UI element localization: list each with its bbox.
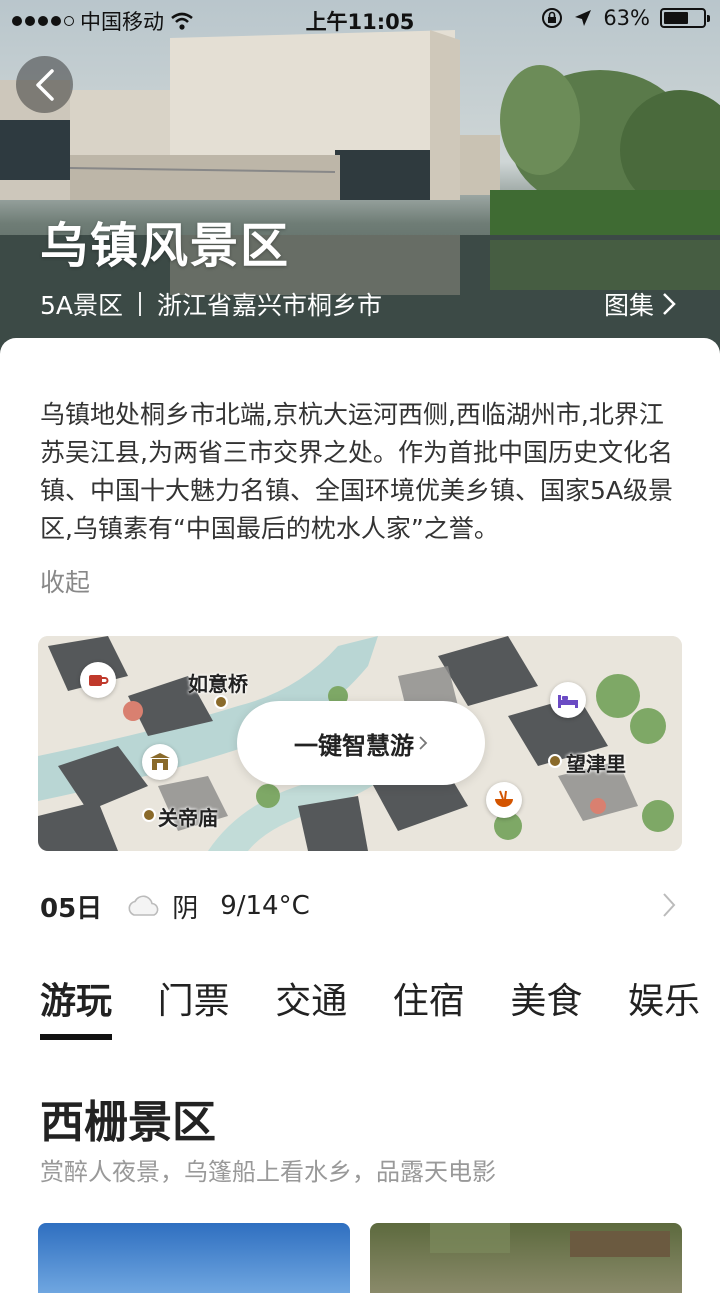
smart-tour-button[interactable]: 一键智慧游 bbox=[237, 701, 485, 785]
tab-tickets[interactable]: 门票 bbox=[158, 972, 230, 1040]
back-button[interactable] bbox=[16, 56, 73, 113]
chevron-right-icon bbox=[419, 736, 428, 750]
poi-marker bbox=[142, 808, 156, 822]
poi-marker bbox=[548, 754, 562, 768]
section-subtitle: 赏醉人夜景，乌篷船上看水乡，品露天电影 bbox=[40, 1158, 496, 1186]
poi-label-ruyi-bridge[interactable]: 如意桥 bbox=[188, 668, 248, 697]
weather-condition: 阴 bbox=[172, 893, 199, 924]
weather-day: 05日 bbox=[40, 893, 103, 924]
tab-lodging[interactable]: 住宿 bbox=[393, 972, 465, 1040]
map-pin-hotel[interactable] bbox=[550, 682, 586, 718]
status-bar: 中国移动 上午11:05 63% bbox=[0, 0, 720, 40]
coffee-icon bbox=[89, 675, 109, 686]
location-label: 浙江省嘉兴市桐乡市 bbox=[157, 291, 383, 320]
weather-temperature: 9/14°C bbox=[220, 891, 310, 921]
map-pin-food[interactable] bbox=[486, 782, 522, 818]
hero-banner: 中国移动 上午11:05 63% 乌镇风景区 5A景区 浙江省嘉兴市桐乡市 图集 bbox=[0, 0, 720, 360]
map-pin-cafe[interactable] bbox=[80, 662, 116, 698]
attraction-image[interactable] bbox=[38, 1223, 350, 1293]
category-tabs: 游玩 门票 交通 住宿 美食 娱乐 bbox=[40, 972, 700, 1040]
noodle-icon bbox=[495, 790, 513, 807]
tab-play[interactable]: 游玩 bbox=[40, 972, 113, 1040]
tab-food[interactable]: 美食 bbox=[510, 972, 582, 1040]
chevron-right-icon bbox=[663, 893, 676, 917]
chevron-left-icon bbox=[35, 68, 54, 101]
content-card: 乌镇地处桐乡市北端,京杭大运河西侧,西临湖州市,北界江苏吴江县,为两省三市交界之… bbox=[0, 338, 720, 1293]
attraction-image[interactable] bbox=[370, 1223, 682, 1293]
collapse-button[interactable]: 收起 bbox=[40, 563, 90, 599]
poi-label-wangjinli[interactable]: 望津里 bbox=[566, 748, 626, 777]
location-arrow-icon bbox=[575, 10, 592, 26]
battery-percent: 63% bbox=[603, 6, 650, 30]
chevron-right-icon bbox=[663, 293, 676, 315]
hero-subtitle: 5A景区 浙江省嘉兴市桐乡市 bbox=[40, 286, 382, 322]
divider bbox=[139, 292, 142, 316]
map-pin-temple[interactable] bbox=[142, 744, 178, 780]
poi-label-guandi-temple[interactable]: 关帝庙 bbox=[158, 802, 218, 831]
cloud-icon bbox=[128, 895, 159, 916]
intro-text: 乌镇地处桐乡市北端,京杭大运河西侧,西临湖州市,北界江苏吴江县,为两省三市交界之… bbox=[40, 400, 674, 543]
smart-tour-label: 一键智慧游 bbox=[294, 731, 414, 760]
poi-marker bbox=[214, 695, 228, 709]
bed-icon bbox=[558, 695, 578, 708]
section-title: 西栅景区 bbox=[40, 1097, 216, 1148]
tab-transport[interactable]: 交通 bbox=[275, 972, 347, 1040]
weather-row[interactable]: 05日 阴 9/14°C bbox=[40, 886, 676, 926]
attraction-photo bbox=[430, 1223, 670, 1257]
gallery-label: 图集 bbox=[603, 291, 654, 320]
scenic-level-label: 5A景区 bbox=[40, 291, 124, 320]
battery-icon bbox=[660, 8, 710, 28]
gate-icon bbox=[150, 753, 170, 770]
tab-entertainment[interactable]: 娱乐 bbox=[628, 972, 700, 1040]
rotation-lock-icon bbox=[542, 8, 563, 28]
smart-tour-map[interactable]: 如意桥 关帝庙 望津里 一键智慧游 bbox=[38, 636, 682, 851]
scenic-area-title: 乌镇风景区 bbox=[40, 218, 291, 274]
gallery-link[interactable]: 图集 bbox=[604, 286, 676, 322]
